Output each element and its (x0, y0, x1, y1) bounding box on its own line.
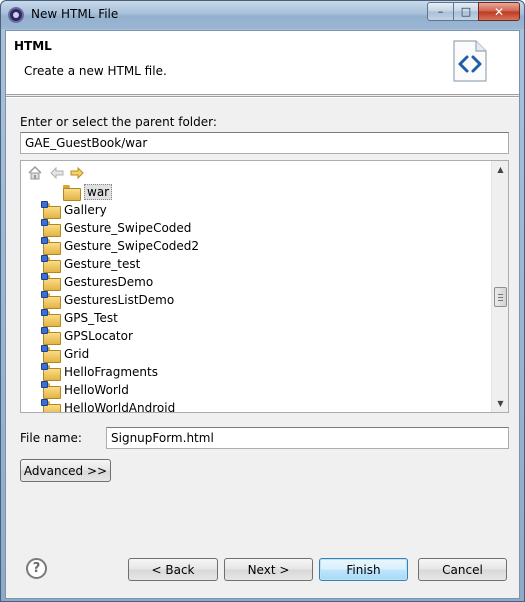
cancel-button[interactable]: Cancel (418, 558, 507, 581)
tree-item-grid[interactable]: Grid (41, 345, 89, 363)
tree-item-war[interactable]: war (63, 183, 113, 201)
close-button[interactable]: ✕ (478, 2, 520, 21)
project-folder-icon (41, 255, 61, 273)
tree-item-gestureslistdemo[interactable]: GesturesListDemo (41, 291, 174, 309)
advanced-button[interactable]: Advanced >> (20, 459, 111, 482)
tree-scrollbar[interactable]: ▲ ▼ (491, 161, 508, 412)
project-folder-icon (41, 327, 61, 345)
file-name-label: File name: (20, 431, 82, 445)
help-icon[interactable]: ? (26, 558, 47, 579)
title-bar[interactable]: New HTML File – □ ✕ (1, 1, 524, 29)
project-folder-icon (41, 399, 61, 412)
window-title: New HTML File (31, 7, 119, 21)
scroll-up-arrow-icon[interactable]: ▲ (492, 161, 509, 178)
maximize-button[interactable]: □ (453, 2, 479, 21)
project-folder-icon (41, 219, 61, 237)
tree-item-helloworldandroid[interactable]: HelloWorldAndroid (41, 399, 175, 412)
tree-items: war Gallery Gesture_SwipeCoded Gesture_S… (21, 183, 491, 412)
tree-item-gesture-swipecoded2[interactable]: Gesture_SwipeCoded2 (41, 237, 199, 255)
forward-arrow-icon[interactable] (69, 165, 85, 181)
project-folder-icon (41, 381, 61, 399)
tree-item-gps-test[interactable]: GPS_Test (41, 309, 118, 327)
scroll-down-arrow-icon[interactable]: ▼ (492, 395, 509, 412)
back-button[interactable]: < Back (128, 558, 218, 581)
tree-item-gpslocator[interactable]: GPSLocator (41, 327, 133, 345)
folder-tree[interactable]: war Gallery Gesture_SwipeCoded Gesture_S… (20, 160, 509, 413)
next-button[interactable]: Next > (224, 558, 313, 581)
project-folder-icon (41, 345, 61, 363)
tree-item-gallery[interactable]: Gallery (41, 201, 107, 219)
parent-folder-label: Enter or select the parent folder: (20, 115, 217, 129)
project-folder-icon (41, 309, 61, 327)
dialog-client-area: HTML Create a new HTML file. Enter or se… (5, 30, 520, 599)
wizard-title: HTML (14, 39, 52, 53)
tree-item-gesturesdemo[interactable]: GesturesDemo (41, 273, 153, 291)
project-folder-icon (41, 363, 61, 381)
tree-item-helloworld[interactable]: HelloWorld (41, 381, 129, 399)
wizard-header: HTML Create a new HTML file. (6, 31, 519, 95)
folder-icon (63, 185, 81, 201)
file-name-input[interactable] (106, 427, 509, 449)
header-separator (6, 96, 519, 98)
dialog-window: New HTML File – □ ✕ HTML Create a new HT… (0, 0, 525, 602)
html-file-icon (453, 40, 487, 82)
tree-item-gesture-swipecoded[interactable]: Gesture_SwipeCoded (41, 219, 191, 237)
home-icon[interactable] (27, 165, 43, 181)
tree-item-gesture-test[interactable]: Gesture_test (41, 255, 140, 273)
project-folder-icon (41, 273, 61, 291)
eclipse-app-icon (8, 7, 24, 23)
wizard-description: Create a new HTML file. (24, 64, 167, 78)
finish-button[interactable]: Finish (319, 558, 408, 581)
scroll-thumb[interactable] (494, 287, 507, 307)
parent-folder-input[interactable] (20, 132, 509, 154)
project-folder-icon (41, 201, 61, 219)
back-arrow-icon[interactable] (49, 165, 65, 181)
project-folder-icon (41, 237, 61, 255)
project-folder-icon (41, 291, 61, 309)
tree-item-hellofragments[interactable]: HelloFragments (41, 363, 158, 381)
minimize-button[interactable]: – (427, 2, 454, 21)
